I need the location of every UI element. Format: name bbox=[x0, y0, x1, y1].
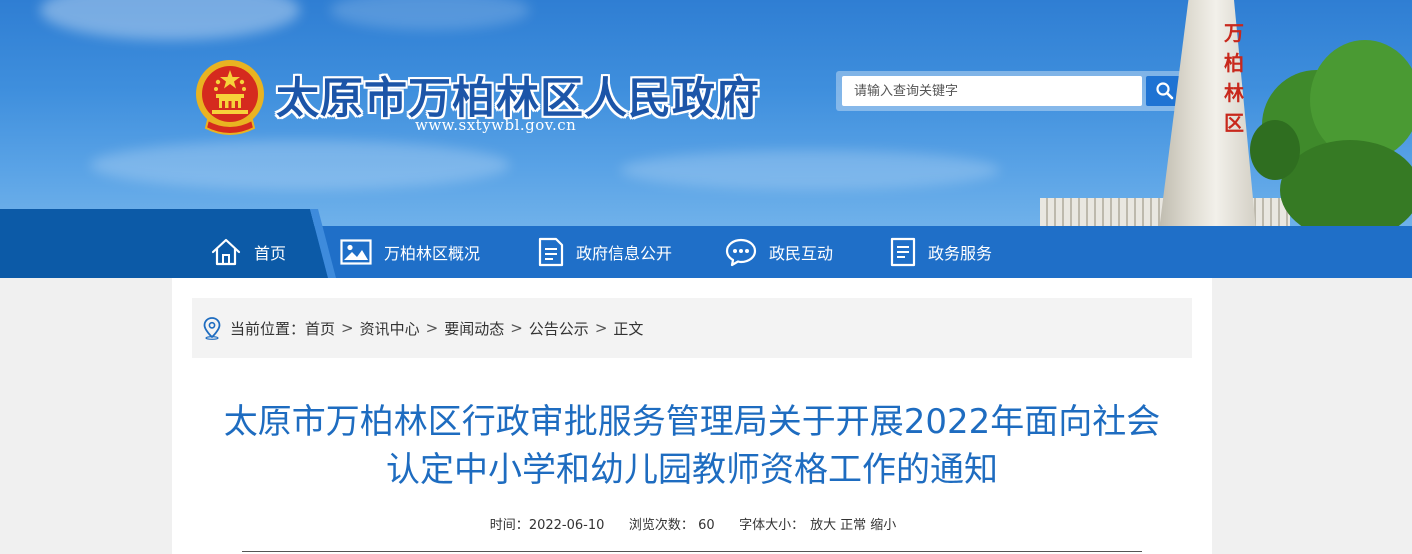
location-pin-icon bbox=[203, 317, 221, 340]
nav-item-label: 政务服务 bbox=[928, 244, 993, 263]
monument-char: 林 bbox=[1224, 81, 1244, 105]
nav-item-label: 政民互动 bbox=[769, 244, 834, 263]
font-size-normal-button[interactable]: 正常 bbox=[840, 518, 866, 533]
tree bbox=[1250, 120, 1300, 180]
nav-item-interaction[interactable]: 政民互动 bbox=[725, 226, 833, 278]
breadcrumb-separator: > bbox=[341, 319, 354, 337]
national-emblem-icon bbox=[196, 60, 264, 135]
main-nav: 首页 万柏林区概况 政府信息公开 政民互动 政务服务 bbox=[0, 209, 1412, 278]
breadcrumb-home-link[interactable]: 首页 bbox=[305, 318, 335, 339]
breadcrumb-news-link[interactable]: 要闻动态 bbox=[444, 318, 504, 339]
monument bbox=[1159, 0, 1256, 226]
cloud bbox=[620, 150, 1000, 190]
chat-icon bbox=[725, 238, 757, 267]
cloud bbox=[90, 140, 510, 190]
time-label: 时间： bbox=[489, 518, 529, 533]
article-meta: 时间：2022-06-10 浏览次数： 60 字体大小： 放大 正常 缩小 bbox=[172, 514, 1212, 533]
nav-item-label: 首页 bbox=[254, 244, 287, 263]
document-icon bbox=[538, 237, 564, 267]
nav-item-services[interactable]: 政务服务 bbox=[890, 226, 992, 278]
font-size-large-button[interactable]: 放大 bbox=[810, 518, 836, 533]
cloud bbox=[40, 0, 300, 40]
image-icon bbox=[340, 239, 372, 265]
breadcrumb-separator: > bbox=[594, 319, 608, 337]
search-box bbox=[836, 71, 1188, 111]
nav-item-info-disclosure[interactable]: 政府信息公开 bbox=[538, 226, 672, 278]
search-icon bbox=[1156, 82, 1174, 100]
font-size-small-button[interactable]: 缩小 bbox=[870, 518, 896, 533]
views-value: 60 bbox=[698, 518, 715, 533]
breadcrumb-current: 正文 bbox=[613, 319, 644, 338]
article-title-line: 认定中小学和幼儿园教师资格工作的通知 bbox=[386, 450, 998, 490]
header-banner: 太原市万柏林区人民政府 www.sxtywbl.gov.cn 万 柏 林 区 bbox=[0, 0, 1412, 226]
views-label: 浏览次数： bbox=[628, 518, 694, 533]
breadcrumb-notices-link[interactable]: 公告公示 bbox=[529, 318, 589, 339]
cloud bbox=[330, 0, 530, 30]
breadcrumb-separator: > bbox=[510, 319, 523, 337]
time-value: 2022-06-10 bbox=[528, 518, 605, 533]
monument-char: 万 bbox=[1224, 21, 1244, 45]
main-content: 当前位置： 首页 > 资讯中心 > 要闻动态 > 公告公示 > 正文 太原市万柏… bbox=[172, 278, 1212, 554]
nav-item-home[interactable]: 首页 bbox=[210, 226, 286, 278]
monument-inscription: 万 柏 林 区 bbox=[1222, 18, 1246, 138]
nav-item-label: 万柏林区概况 bbox=[384, 244, 481, 263]
breadcrumb-prefix: 当前位置： bbox=[230, 319, 306, 338]
font-size-label: 字体大小： bbox=[739, 518, 805, 533]
document-icon bbox=[890, 237, 916, 267]
monument-char: 柏 bbox=[1224, 51, 1244, 75]
search-input[interactable] bbox=[842, 76, 1142, 106]
article-title-line: 太原市万柏林区行政审批服务管理局关于开展2022年面向社会 bbox=[223, 402, 1161, 442]
breadcrumb: 当前位置： 首页 > 资讯中心 > 要闻动态 > 公告公示 > 正文 bbox=[192, 298, 1192, 358]
breadcrumb-news-center-link[interactable]: 资讯中心 bbox=[360, 318, 420, 339]
article-title: 太原市万柏林区行政审批服务管理局关于开展2022年面向社会 认定中小学和幼儿园教… bbox=[192, 398, 1192, 494]
nav-item-overview[interactable]: 万柏林区概况 bbox=[340, 226, 480, 278]
nav-item-label: 政府信息公开 bbox=[576, 244, 673, 263]
monument-char: 区 bbox=[1224, 111, 1244, 135]
publish-time: 时间：2022-06-10 bbox=[490, 518, 605, 533]
home-icon bbox=[211, 238, 241, 266]
site-url: www.sxtywbl.gov.cn bbox=[415, 116, 577, 134]
divider bbox=[242, 551, 1142, 552]
view-count: 浏览次数： 60 bbox=[629, 518, 715, 533]
breadcrumb-separator: > bbox=[425, 319, 439, 337]
